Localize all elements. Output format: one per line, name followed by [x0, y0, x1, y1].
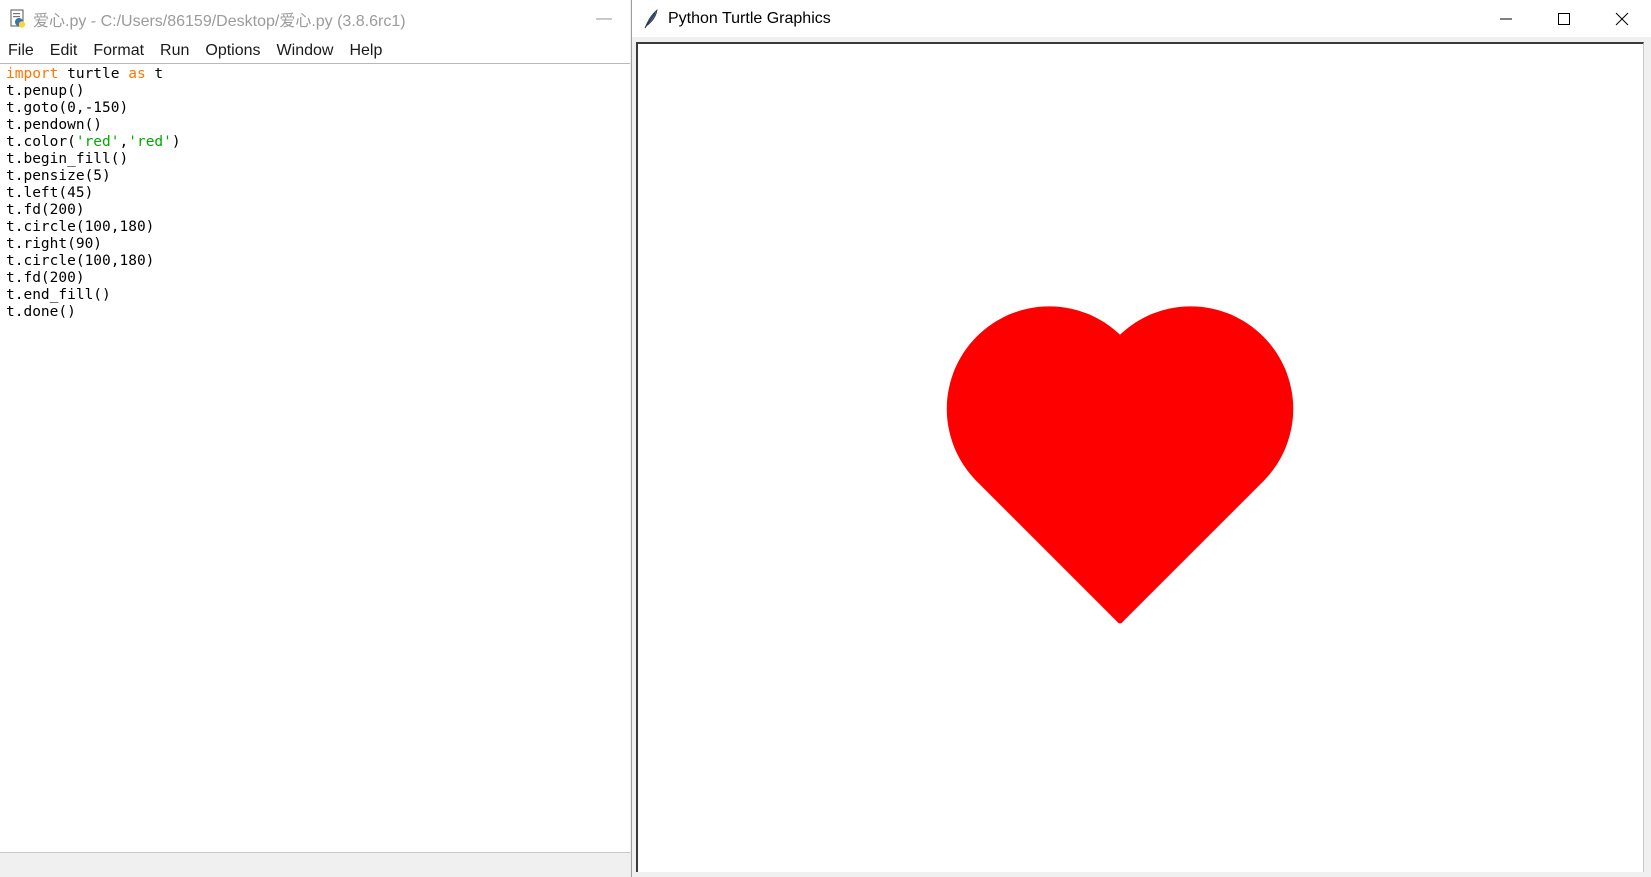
idle-window-title: 爱心.py - C:/Users/86159/Desktop/爱心.py (3.…: [33, 13, 406, 30]
menu-options[interactable]: Options: [199, 40, 266, 62]
code-line-14: t.end_fill(): [6, 287, 111, 303]
code-line-1: import turtle as t: [6, 66, 630, 83]
code-editor[interactable]: import turtle as t t.penup() t.goto(0,-150…: [0, 64, 630, 853]
idle-editor-window: 爱心.py - C:/Users/86159/Desktop/爱心.py (3.…: [0, 0, 630, 877]
idle-minimize-button[interactable]: —: [590, 6, 618, 32]
turtle-window-title: Python Turtle Graphics: [668, 9, 831, 27]
color-call-open: t.color(: [6, 134, 76, 150]
python-file-icon: [10, 9, 26, 28]
maximize-icon: [1558, 12, 1570, 25]
menu-window[interactable]: Window: [271, 40, 340, 62]
code-line-7: t.pensize(5): [6, 168, 111, 184]
menu-format[interactable]: Format: [87, 40, 150, 62]
color-call-comma: ,: [119, 134, 129, 150]
turtle-canvas[interactable]: [636, 42, 1644, 872]
menu-help[interactable]: Help: [343, 40, 388, 62]
close-icon: [1615, 12, 1629, 25]
idle-titlebar[interactable]: 爱心.py - C:/Users/86159/Desktop/爱心.py (3.…: [0, 0, 630, 38]
code-line-13: t.fd(200): [6, 270, 85, 286]
feather-icon: [644, 8, 658, 28]
code-line-2: t.penup(): [6, 83, 85, 99]
code-line-6: t.begin_fill(): [6, 151, 129, 167]
code-line-8: t.left(45): [6, 185, 94, 201]
idle-menubar: File Edit Format Run Options Window Help: [0, 38, 630, 64]
code-line-5: t.color('red','red'): [6, 134, 630, 151]
module-name: turtle: [58, 66, 129, 82]
alias-name: t: [145, 66, 164, 82]
menu-run[interactable]: Run: [154, 40, 195, 62]
maximize-button[interactable]: [1535, 0, 1593, 37]
minimize-button[interactable]: [1477, 0, 1535, 37]
close-button[interactable]: [1593, 0, 1651, 37]
menu-edit[interactable]: Edit: [44, 40, 84, 62]
code-line-9: t.fd(200): [6, 202, 85, 218]
code-line-4: t.pendown(): [6, 117, 103, 133]
turtle-graphics-window: Python Turtle Graphics: [631, 0, 1651, 877]
turtle-titlebar[interactable]: Python Turtle Graphics: [632, 0, 1651, 37]
heart-shape: [946, 306, 1294, 624]
code-line-15: t.done(): [6, 304, 76, 320]
minimize-icon: [1500, 18, 1512, 19]
keyword-as: as: [128, 66, 146, 82]
code-line-11: t.right(90): [6, 236, 103, 252]
code-line-3: t.goto(0,-150): [6, 100, 129, 116]
code-line-10: t.circle(100,180): [6, 219, 155, 235]
canvas-drawing: [946, 306, 1294, 624]
string-red-1: 'red': [75, 134, 120, 150]
color-call-close: ): [171, 134, 181, 150]
menu-file[interactable]: File: [2, 40, 40, 62]
window-controls: [1477, 0, 1651, 37]
idle-statusbar: [0, 852, 630, 877]
string-red-2: 'red': [128, 134, 172, 150]
code-line-12: t.circle(100,180): [6, 253, 155, 269]
keyword-import: import: [6, 66, 59, 82]
